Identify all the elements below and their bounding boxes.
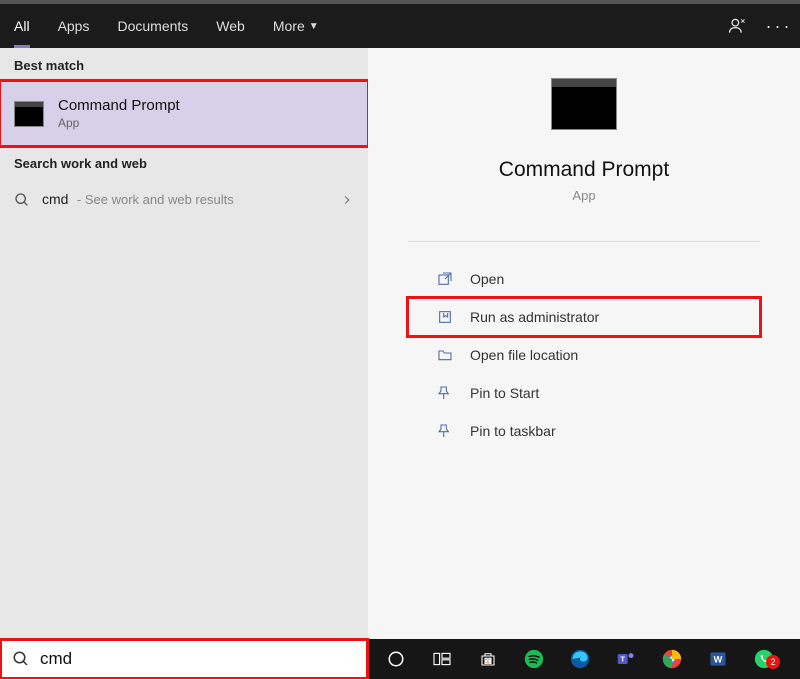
result-subtitle: App xyxy=(58,116,180,130)
folder-icon xyxy=(436,346,454,364)
search-icon xyxy=(14,192,30,208)
preview-subtitle: App xyxy=(572,188,595,203)
word-icon[interactable]: W xyxy=(706,647,730,671)
result-title: Command Prompt xyxy=(58,97,180,114)
tab-more[interactable]: More ▼ xyxy=(259,4,333,48)
action-pin-taskbar-label: Pin to taskbar xyxy=(470,423,556,439)
web-query-sub: - See work and web results xyxy=(77,192,234,207)
preview-panel: Command Prompt App Open Run as administr… xyxy=(368,48,800,639)
tab-all[interactable]: All xyxy=(0,4,44,48)
pin-icon xyxy=(436,422,454,440)
action-open[interactable]: Open xyxy=(408,260,760,298)
chrome-icon[interactable] xyxy=(660,647,684,671)
action-run-as-administrator[interactable]: Run as administrator xyxy=(408,298,760,336)
shield-icon xyxy=(436,308,454,326)
tab-more-label: More xyxy=(273,18,305,34)
notification-badge: 2 xyxy=(766,655,780,669)
search-filter-tabs: All Apps Documents Web More ▼ ··· xyxy=(0,0,800,48)
search-work-web-header: Search work and web xyxy=(0,146,368,179)
more-options-icon[interactable]: ··· xyxy=(758,4,800,48)
cortana-icon[interactable] xyxy=(384,647,408,671)
spotify-icon[interactable] xyxy=(522,647,546,671)
action-pin-to-start[interactable]: Pin to Start xyxy=(408,374,760,412)
action-pin-start-label: Pin to Start xyxy=(470,385,539,401)
best-match-result[interactable]: Command Prompt App xyxy=(0,81,368,146)
taskbar-search-box[interactable] xyxy=(0,639,368,679)
best-match-header: Best match xyxy=(0,48,368,81)
action-run-admin-label: Run as administrator xyxy=(470,309,599,325)
taskbar: T W 2 xyxy=(0,639,800,679)
chevron-right-icon xyxy=(340,193,354,207)
svg-text:T: T xyxy=(620,655,625,664)
open-icon xyxy=(436,270,454,288)
chevron-down-icon: ▼ xyxy=(309,21,319,32)
action-file-loc-label: Open file location xyxy=(470,347,578,363)
tab-documents[interactable]: Documents xyxy=(103,4,202,48)
search-icon xyxy=(12,650,30,668)
tab-apps[interactable]: Apps xyxy=(44,4,104,48)
task-view-icon[interactable] xyxy=(430,647,454,671)
teams-icon[interactable]: T xyxy=(614,647,638,671)
edge-icon[interactable] xyxy=(568,647,592,671)
microsoft-store-icon[interactable] xyxy=(476,647,500,671)
web-result-cmd[interactable]: cmd - See work and web results xyxy=(0,179,368,221)
command-prompt-large-icon xyxy=(551,78,617,130)
results-panel: Best match Command Prompt App Search wor… xyxy=(0,48,368,639)
action-open-file-location[interactable]: Open file location xyxy=(408,336,760,374)
web-query: cmd xyxy=(42,191,68,207)
svg-text:W: W xyxy=(714,654,723,664)
whatsapp-icon[interactable]: 2 xyxy=(752,647,776,671)
preview-title: Command Prompt xyxy=(499,158,669,182)
divider xyxy=(408,241,760,242)
tab-web[interactable]: Web xyxy=(202,4,259,48)
action-open-label: Open xyxy=(470,271,504,287)
command-prompt-icon xyxy=(14,101,44,127)
pin-icon xyxy=(436,384,454,402)
search-input[interactable] xyxy=(40,649,356,669)
action-pin-to-taskbar[interactable]: Pin to taskbar xyxy=(408,412,760,450)
feedback-icon[interactable] xyxy=(716,4,758,48)
